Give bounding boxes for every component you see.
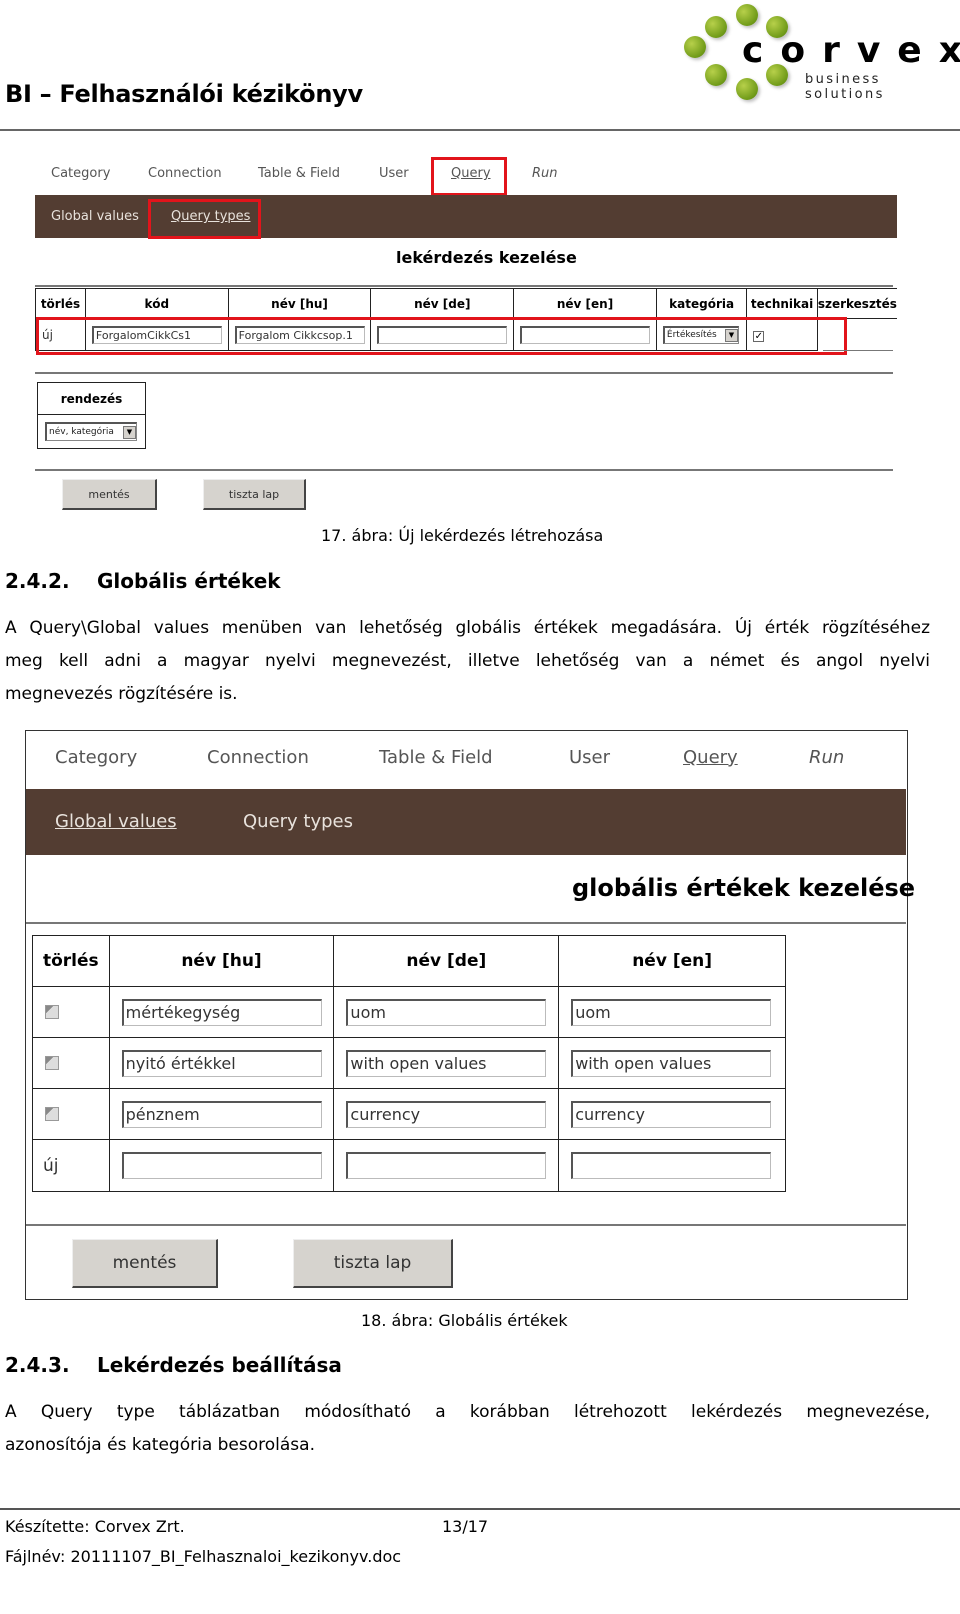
footer-author: Készítette: Corvex Zrt.: [5, 1517, 185, 1536]
new-nev-de-input[interactable]: [346, 1152, 547, 1179]
paragraph-line: A Query\Global values menüben van lehető…: [5, 618, 930, 638]
paragraph-line: meg kell adni a magyar nyelvi megnevezés…: [5, 651, 930, 671]
divider: [823, 350, 893, 351]
subnav-global-values[interactable]: Global values: [51, 209, 139, 224]
nev-hu-input[interactable]: mértékegység: [121, 998, 322, 1026]
section-number: 2.4.2.: [5, 569, 70, 593]
nav-category[interactable]: Category: [55, 747, 137, 768]
logo-dot-icon: [684, 36, 706, 58]
document-title: BI – Felhasználói kézikönyv: [5, 80, 363, 108]
global-values-table: törlés név [hu] név [de] név [en] mérték…: [32, 935, 786, 1192]
table-row: pénznem currency currency: [32, 1088, 786, 1140]
nav-connection[interactable]: Connection: [148, 166, 222, 181]
logo-dot-icon: [736, 78, 758, 100]
footer-filename: Fájlnév: 20111107_BI_Felhasznaloi_keziko…: [5, 1547, 402, 1566]
nav-connection[interactable]: Connection: [207, 747, 309, 768]
nav-user[interactable]: User: [379, 166, 409, 181]
nev-en-input[interactable]: uom: [571, 998, 772, 1026]
logo-dot-icon: [736, 4, 758, 26]
divider: [26, 922, 906, 924]
col-header-nev-de: név [de]: [370, 288, 515, 319]
highlight-query-types: [148, 199, 261, 239]
new-row-label: új: [32, 1139, 110, 1192]
col-header-nev-en: név [en]: [513, 288, 657, 319]
col-header-technikai: technikai: [746, 288, 818, 319]
figure-17-caption: 17. ábra: Új lekérdezés létrehozása: [321, 526, 604, 545]
nev-de-input[interactable]: with open values: [346, 1049, 547, 1077]
section-heading-2-4-2: 2.4.2. Globális értékek: [5, 569, 281, 593]
section-title: Lekérdezés beállítása: [97, 1353, 342, 1377]
nav-user[interactable]: User: [569, 747, 610, 768]
nav-table-field[interactable]: Table & Field: [258, 166, 340, 181]
col-header-nev-hu: név [hu]: [227, 288, 372, 319]
divider: [35, 469, 893, 471]
clear-button[interactable]: tiszta lap: [203, 479, 306, 510]
sub-nav: Global values Query types: [26, 789, 906, 855]
col-header-kod: kód: [84, 288, 229, 319]
logo-dot-icon: [705, 16, 727, 38]
sort-value: név, kategória: [49, 427, 114, 437]
sort-select[interactable]: név, kategória ▼: [45, 422, 137, 441]
top-nav: Category Connection Table & Field User Q…: [26, 731, 906, 789]
nav-run[interactable]: Run: [532, 166, 558, 181]
sort-label: rendezés: [38, 383, 145, 415]
section-heading-2-4-3: 2.4.3. Lekérdezés beállítása: [5, 1353, 342, 1377]
section-number: 2.4.3.: [5, 1353, 70, 1377]
footer-page-number: 13/17: [442, 1517, 489, 1536]
nev-hu-input[interactable]: pénznem: [121, 1100, 322, 1128]
col-header-kategoria: kategória: [655, 288, 748, 319]
nav-table-field[interactable]: Table & Field: [379, 747, 493, 768]
nav-run[interactable]: Run: [809, 747, 844, 768]
nev-en-input[interactable]: currency: [571, 1100, 772, 1128]
save-button[interactable]: mentés: [72, 1239, 218, 1288]
col-header-nev-hu: név [hu]: [108, 935, 335, 987]
corvex-logo: corvex business solutions: [684, 0, 960, 110]
nev-de-input[interactable]: uom: [346, 998, 547, 1026]
logo-dot-icon: [705, 64, 727, 86]
logo-wordmark: corvex: [742, 30, 960, 71]
paragraph-line: azonosítója és kategória besorolása.: [5, 1435, 315, 1455]
col-header-szerkesztes: szerkesztés: [816, 288, 897, 319]
footer-divider: [0, 1508, 960, 1510]
chevron-down-icon[interactable]: ▼: [123, 425, 136, 439]
col-header-nev-de: név [de]: [333, 935, 560, 987]
table-row: nyitó értékkel with open values with ope…: [32, 1037, 786, 1089]
highlight-query-tab: [431, 157, 507, 196]
section-title: lekérdezés kezelése: [396, 248, 577, 267]
paragraph-line: A Query type táblázatban módosítható a k…: [5, 1402, 930, 1422]
divider: [35, 285, 893, 287]
new-nev-en-input[interactable]: [571, 1152, 772, 1179]
sort-box: rendezés név, kategória ▼: [37, 382, 146, 449]
figure-18-screenshot: Category Connection Table & Field User Q…: [25, 730, 915, 1300]
section-title: globális értékek kezelése: [572, 874, 916, 902]
section-title: Globális értékek: [97, 569, 281, 593]
save-button[interactable]: mentés: [62, 479, 157, 510]
col-header-nev-en: név [en]: [558, 935, 786, 987]
nev-en-input[interactable]: with open values: [571, 1049, 772, 1077]
nev-hu-input[interactable]: nyitó értékkel: [121, 1049, 322, 1077]
subnav-global-values[interactable]: Global values: [55, 811, 177, 832]
delete-checkbox[interactable]: [45, 1107, 59, 1121]
paragraph-line: megnevezés rögzítésére is.: [5, 684, 238, 704]
highlight-new-row: [36, 317, 847, 355]
new-nev-hu-input[interactable]: [121, 1152, 322, 1179]
delete-checkbox[interactable]: [45, 1056, 59, 1070]
header-divider: [0, 129, 960, 131]
table-row-new: új: [32, 1139, 786, 1192]
table-row: mértékegység uom uom: [32, 986, 786, 1038]
logo-tagline: business solutions: [805, 72, 885, 102]
divider: [35, 372, 893, 374]
col-header-torles: törlés: [35, 288, 86, 319]
delete-checkbox[interactable]: [45, 1005, 59, 1019]
nev-de-input[interactable]: currency: [346, 1100, 547, 1128]
figure-18-caption: 18. ábra: Globális értékek: [361, 1311, 568, 1330]
nav-query[interactable]: Query: [683, 747, 738, 768]
nav-category[interactable]: Category: [51, 166, 110, 181]
col-header-torles: törlés: [32, 935, 110, 987]
subnav-query-types[interactable]: Query types: [243, 811, 353, 832]
figure-17-screenshot: Category Connection Table & Field User Q…: [35, 150, 897, 520]
clear-button[interactable]: tiszta lap: [293, 1239, 453, 1288]
divider: [26, 1224, 906, 1226]
